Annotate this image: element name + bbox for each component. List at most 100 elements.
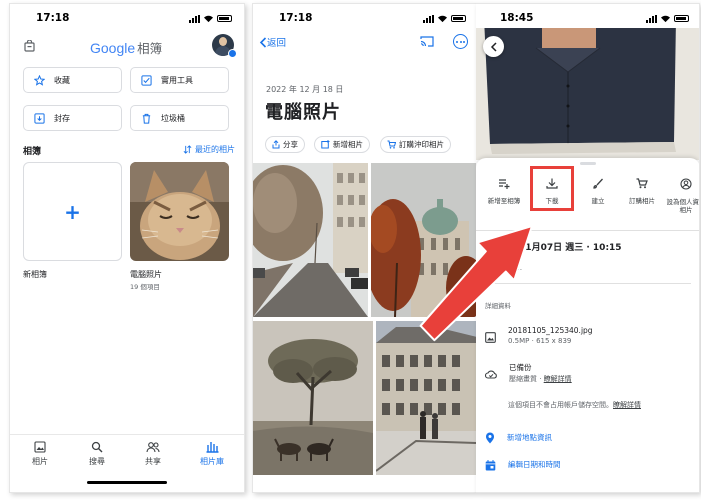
recent-photos-label: 最近的相片 — [195, 145, 235, 154]
backup-quality: 壓縮畫質 — [509, 374, 537, 383]
file-name: 20181105_125340.jpg — [508, 326, 593, 335]
album-count: 19 個項目 — [130, 283, 160, 291]
photo-street[interactable] — [253, 163, 368, 317]
details-header: 詳細資料 — [485, 302, 511, 310]
tab-photos[interactable]: 相片 — [20, 441, 60, 467]
edit-datetime-row[interactable]: 編輯日期和時間 — [485, 460, 561, 471]
description-input[interactable]: 新增說明... — [485, 262, 522, 273]
people-icon — [146, 442, 160, 453]
tile-label: 封存 — [54, 113, 70, 123]
status-time: 17:18 — [36, 12, 70, 24]
home-indicator — [87, 481, 167, 484]
cart-icon — [387, 140, 396, 149]
wifi-icon — [204, 15, 213, 23]
bottom-tab-bar: 相片 搜尋 共享 相片庫 — [10, 434, 244, 492]
cloud-done-icon — [485, 370, 497, 379]
tab-sharing[interactable]: 共享 — [133, 441, 173, 467]
tab-label: 相片 — [32, 457, 48, 466]
photo-building-dome[interactable] — [371, 163, 476, 317]
wifi-icon — [661, 15, 670, 23]
library-icon — [206, 442, 218, 453]
calendar-icon — [485, 460, 496, 471]
backup-learn-more-link[interactable]: 瞭解詳情 — [544, 375, 572, 383]
tab-label: 共享 — [145, 457, 161, 466]
photo-info-sheet: 新增至相簿 下載 建立 訂購相片 設為個人資料相片 2018年11月07日 週三… — [476, 158, 700, 492]
chevron-left-icon — [259, 36, 267, 48]
signal-icon — [423, 14, 434, 23]
cat-photo — [130, 162, 229, 261]
portrait-photo — [476, 28, 699, 160]
tab-library[interactable]: 相片庫 — [192, 441, 232, 467]
photo-datetime[interactable]: 2018年11月07日 週三 · 10:15 — [485, 240, 622, 253]
status-time: 18:45 — [500, 12, 534, 24]
account-icon — [680, 178, 692, 190]
status-icons — [189, 14, 232, 23]
wifi-icon — [438, 15, 447, 23]
drag-handle[interactable] — [580, 162, 596, 165]
add-to-album-button[interactable]: 新增至相簿 — [482, 178, 526, 205]
signal-icon — [189, 14, 200, 23]
tile-label: 實用工具 — [161, 75, 193, 85]
trash-icon — [142, 113, 151, 124]
battery-icon — [674, 15, 689, 22]
album-title: 電腦照片 — [265, 102, 341, 123]
tile-utilities[interactable]: 實用工具 — [130, 67, 229, 93]
create-button[interactable]: 建立 — [576, 178, 620, 205]
order-photo-button[interactable]: 訂購相片 — [620, 178, 664, 205]
albums-heading: 相簿 — [23, 147, 42, 157]
tile-archive[interactable]: 封存 — [23, 105, 122, 131]
battery-icon — [451, 15, 466, 22]
photo-tree-horses[interactable] — [253, 321, 373, 475]
edit-datetime-link: 編輯日期和時間 — [508, 460, 561, 470]
photo-city-people[interactable] — [376, 321, 476, 475]
shopping-bag-icon[interactable] — [24, 40, 35, 52]
add-location-row[interactable]: 新增地點資訊 — [485, 432, 552, 444]
album-screen: 17:18 返回 2022 年 12 月 18 日 電腦照片 分享 新增相片 訂… — [252, 3, 476, 493]
order-prints-button[interactable]: 訂購沖印相片 — [380, 136, 451, 153]
back-button[interactable] — [483, 36, 504, 57]
photo-detail-screen: 18:45 新增至相簿 下載 建立 訂購相片 設為個人資 相片 2018年11月… — [476, 3, 700, 493]
location-pin-icon — [486, 432, 494, 444]
image-icon — [485, 332, 496, 343]
add-location-link: 新增地點資訊 — [507, 432, 552, 442]
status-icons — [423, 14, 466, 23]
divider — [485, 283, 691, 284]
back-label: 返回 — [267, 38, 287, 49]
storage-learn-more-link[interactable]: 瞭解詳情 — [613, 401, 641, 409]
download-highlight-box — [530, 166, 574, 211]
back-button[interactable]: 返回 — [259, 35, 286, 49]
chevron-left-icon — [490, 41, 497, 52]
add-photos-button[interactable]: 新增相片 — [314, 136, 370, 153]
backup-status: 已備份 — [509, 363, 532, 372]
signal-icon — [646, 14, 657, 23]
recent-photos-link[interactable]: 最近的相片 — [183, 144, 235, 155]
app-logo: Google 相簿 — [90, 38, 162, 57]
tab-label: 搜尋 — [89, 457, 105, 466]
tile-trash[interactable]: 垃圾桶 — [130, 105, 229, 131]
brush-icon — [593, 178, 603, 189]
plus-icon: + — [64, 199, 81, 224]
file-info-row: 20181105_125340.jpg 0.5MP · 615 x 839 — [485, 326, 593, 345]
tab-label: 相片庫 — [200, 457, 224, 466]
share-button[interactable]: 分享 — [265, 136, 305, 153]
chip-label: 新增相片 — [333, 140, 363, 149]
action-label: 設為個人資料相片 — [666, 198, 700, 215]
archive-icon — [34, 112, 45, 124]
set-profile-photo-button[interactable]: 設為個人資料相片 — [666, 178, 700, 215]
file-meta: 0.5MP · 615 x 839 — [508, 336, 572, 345]
divider — [476, 230, 699, 231]
star-icon — [34, 74, 45, 86]
cast-icon[interactable] — [420, 36, 434, 47]
status-time: 17:18 — [279, 12, 313, 24]
album-cover-computer-photos[interactable] — [130, 162, 229, 261]
backup-info-row: 已備份 壓縮畫質 · 瞭解詳情 — [485, 363, 572, 384]
backup-badge-icon — [228, 49, 237, 58]
storage-note-row: 這個項目不會占用帳戶儲存空間。瞭解詳情 — [508, 400, 641, 410]
tile-favorites[interactable]: 收藏 — [23, 67, 122, 93]
tab-search[interactable]: 搜尋 — [77, 441, 117, 467]
new-album-button[interactable]: + — [23, 162, 122, 261]
more-options-button[interactable] — [453, 34, 468, 49]
playlist-add-icon — [499, 179, 510, 189]
album-name: 新相簿 — [23, 270, 47, 279]
album-date: 2022 年 12 月 18 日 — [266, 85, 344, 94]
